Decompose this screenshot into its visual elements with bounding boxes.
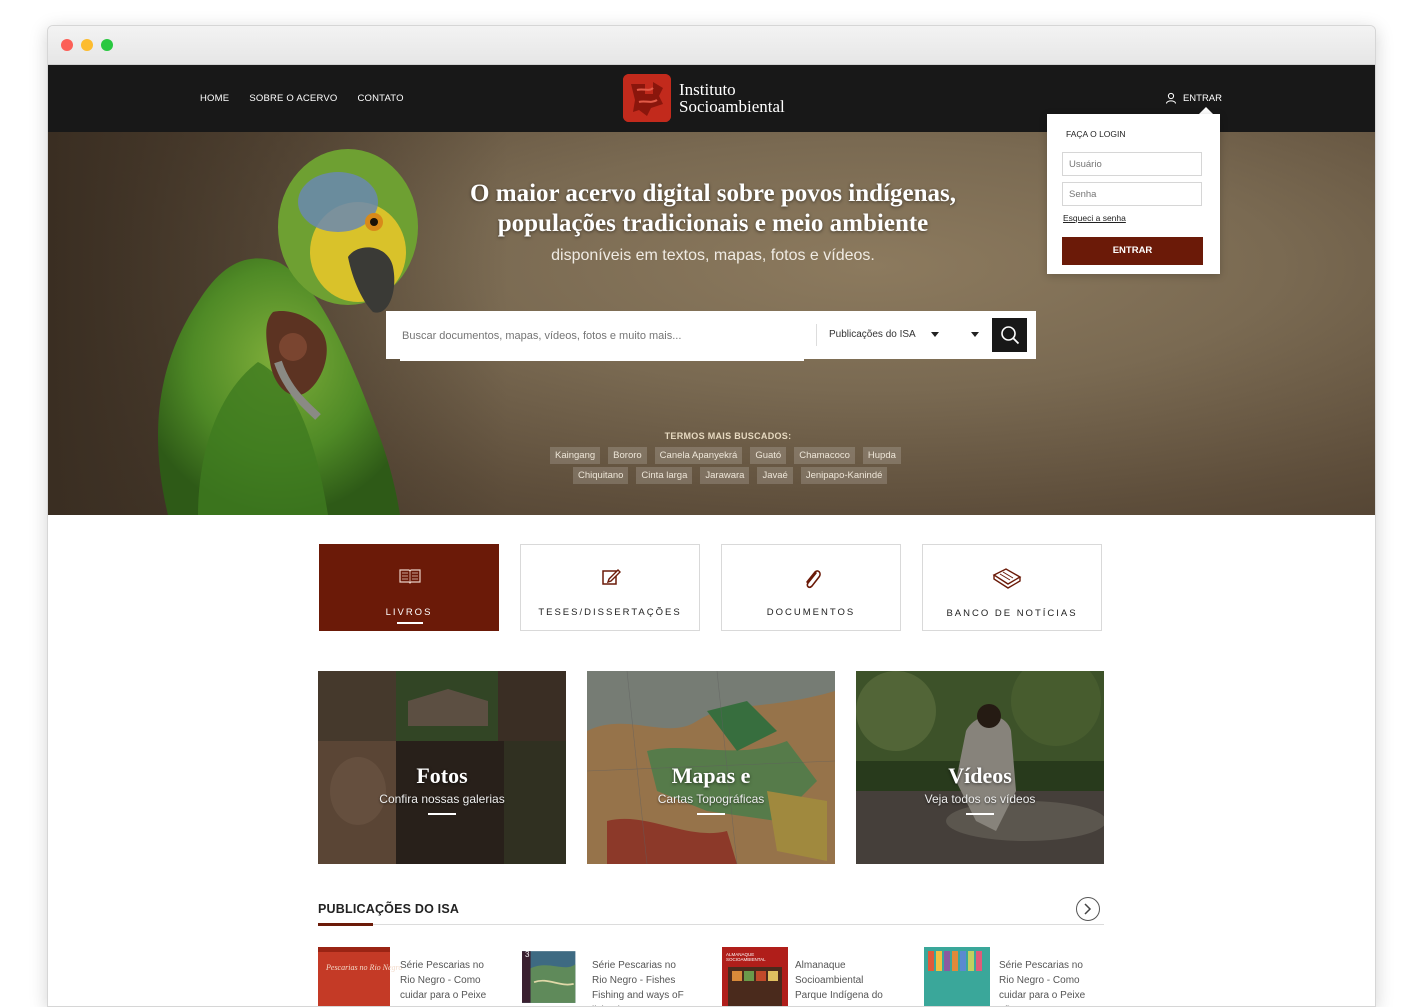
nav-contact-link[interactable]: CONTATO	[357, 93, 403, 104]
isa-logo-icon	[623, 74, 671, 122]
term-tag[interactable]: Jenipapo-Kanindé	[800, 467, 888, 484]
category-tabs: LIVROS TESES/DISSERTAÇÕES DOCUMENTOS BAN…	[319, 544, 1102, 631]
active-indicator	[397, 622, 423, 624]
cover-text: 3	[525, 950, 530, 959]
browser-window: HOME SOBRE O ACERVO CONTATO Instituto So…	[47, 25, 1376, 1007]
hero-title-line1: O maior acervo digital sobre povos indíg…	[470, 180, 956, 207]
publication-item[interactable]: 3 Série Pescarias no Rio Negro - Fishes …	[520, 947, 722, 1006]
password-field[interactable]	[1062, 182, 1202, 206]
publication-item[interactable]: ALMANAQUE SOCIOAMBIENTAL Almanaque Socio…	[722, 947, 924, 1006]
media-tiles: Fotos Confira nossas galerias Mapas e Ca…	[318, 671, 1104, 864]
search-bar: Publicações do ISA	[386, 311, 1036, 361]
publication-item[interactable]: Pescarias no Rio Negro Série Pescarias n…	[318, 947, 520, 1006]
nav-links: HOME SOBRE O ACERVO CONTATO	[200, 65, 404, 132]
collection-select[interactable]: Publicações do ISA	[829, 311, 916, 359]
tile-underline	[966, 813, 994, 815]
publication-item[interactable]: Série Pescarias no Rio Negro - Como cuid…	[924, 947, 1126, 1006]
username-field[interactable]	[1062, 152, 1202, 176]
login-dropdown: FAÇA O LOGIN Esqueci a senha ENTRAR	[1047, 114, 1220, 274]
tile-photos[interactable]: Fotos Confira nossas galerias	[318, 671, 566, 864]
book-icon	[399, 569, 421, 584]
close-window-button[interactable]	[61, 39, 73, 51]
next-publications-button[interactable]	[1076, 897, 1100, 921]
tile-title: Mapas e	[671, 763, 751, 788]
publication-title: Série Pescarias no Rio Negro - Como cuid…	[400, 960, 487, 1001]
login-submit-button[interactable]: ENTRAR	[1062, 237, 1203, 265]
popular-terms-label: TERMOS MAIS BUSCADOS:	[664, 431, 792, 441]
nav-home-link[interactable]: HOME	[200, 93, 229, 104]
publication-cover	[522, 951, 576, 1003]
site-logo[interactable]: Instituto Socioambiental	[623, 74, 785, 122]
login-title: FAÇA O LOGIN	[1066, 129, 1126, 139]
newspaper-icon	[992, 568, 1022, 589]
term-tag[interactable]: Chiquitano	[573, 467, 629, 484]
term-tag[interactable]: Kaingang	[550, 447, 601, 464]
minimize-window-button[interactable]	[81, 39, 93, 51]
hero-title: O maior acervo digital sobre povos indíg…	[428, 179, 998, 239]
tile-maps[interactable]: Mapas e Cartas Topográficas	[587, 671, 835, 864]
term-tag[interactable]: Canela Apanyekrá	[654, 447, 743, 464]
caret-down-icon[interactable]	[931, 332, 939, 337]
cover-text: Pescarias no Rio Negro	[326, 963, 403, 972]
publication-title: Série Pescarias no Rio Negro - Fishes Fi…	[592, 960, 684, 1006]
search-button[interactable]	[992, 318, 1027, 352]
user-icon	[1165, 92, 1176, 104]
logo-text: Instituto Socioambiental	[679, 81, 785, 115]
forgot-password-link[interactable]: Esqueci a senha	[1063, 213, 1126, 223]
category-label: DOCUMENTOS	[766, 607, 856, 618]
term-tag[interactable]: Hupda	[862, 447, 901, 464]
category-theses[interactable]: TESES/DISSERTAÇÕES	[520, 544, 700, 631]
tile-underline	[428, 813, 456, 815]
nav-about-link[interactable]: SOBRE O ACERVO	[249, 93, 337, 104]
category-news[interactable]: BANCO DE NOTÍCIAS	[922, 544, 1102, 631]
tile-subtitle: Confira nossas galerias	[379, 792, 505, 806]
term-tag[interactable]: Javaé	[757, 467, 793, 484]
window-titlebar	[48, 26, 1375, 65]
category-documents[interactable]: DOCUMENTOS	[721, 544, 901, 631]
login-dropdown-arrow	[1199, 107, 1213, 114]
publication-title: Série Pescarias no Rio Negro - Como cuid…	[999, 960, 1086, 1006]
publication-title: Almanaque Socioambiental Parque Indígena…	[795, 960, 883, 1001]
term-tag[interactable]: Chamacoco	[794, 447, 855, 464]
term-tag[interactable]: Guató	[750, 447, 787, 464]
tile-underline	[697, 813, 725, 815]
category-label: TESES/DISSERTAÇÕES	[538, 607, 682, 618]
publication-cover	[318, 947, 390, 1006]
tile-title: Vídeos	[948, 763, 1012, 788]
logo-line1: Instituto	[679, 80, 736, 99]
cover-text: ALMANAQUE SOCIOAMBIENTAL	[726, 952, 766, 962]
category-label: LIVROS	[385, 607, 433, 618]
tile-subtitle: Cartas Topográficas	[657, 792, 765, 806]
publications-list: Pescarias no Rio Negro Série Pescarias n…	[318, 947, 1126, 1006]
caret-down-icon[interactable]	[971, 332, 979, 337]
hero-subtitle: disponíveis em textos, mapas, fotos e ví…	[551, 247, 875, 264]
search-input[interactable]	[400, 311, 804, 361]
term-tag[interactable]: Cinta larga	[636, 467, 693, 484]
publications-heading: PUBLICAÇÕES DO ISA	[318, 902, 460, 916]
login-link[interactable]: ENTRAR	[1165, 92, 1222, 104]
search-divider	[816, 324, 817, 346]
term-tag[interactable]: Jarawara	[700, 467, 750, 484]
category-label: BANCO DE NOTÍCIAS	[946, 608, 1078, 619]
search-icon	[1000, 326, 1019, 345]
hero-title-line2: populações tradicionais e meio ambiente	[497, 210, 929, 237]
publications-accent	[318, 923, 373, 926]
chevron-right-icon	[1084, 903, 1092, 915]
tile-videos[interactable]: Vídeos Veja todos os vídeos	[856, 671, 1104, 864]
login-link-label: ENTRAR	[1182, 92, 1222, 104]
popular-terms-row-1: Kaingang Bororo Canela Apanyekrá Guató C…	[550, 447, 901, 464]
tile-title: Fotos	[416, 763, 468, 788]
term-tag[interactable]: Bororo	[608, 447, 647, 464]
tile-subtitle: Veja todos os vídeos	[924, 792, 1036, 806]
category-books[interactable]: LIVROS	[319, 544, 499, 631]
logo-line2: Socioambiental	[679, 97, 785, 116]
publications-divider	[318, 924, 1104, 925]
edit-icon	[602, 569, 621, 585]
publication-cover	[924, 947, 990, 1006]
popular-terms-row-2: Chiquitano Cinta larga Jarawara Javaé Je…	[573, 467, 888, 484]
paperclip-icon	[806, 570, 821, 589]
maximize-window-button[interactable]	[101, 39, 113, 51]
